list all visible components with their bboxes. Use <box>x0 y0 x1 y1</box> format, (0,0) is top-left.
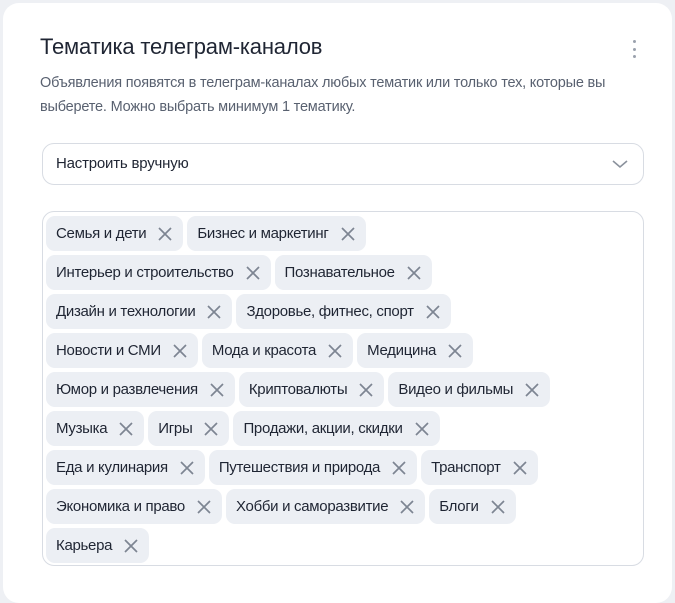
topic-row: Семья и дети Бизнес и маркетинг <box>46 216 640 251</box>
topic-chip: Игры <box>148 411 230 446</box>
topic-chip: Интерьер и строительство <box>46 255 271 290</box>
remove-topic-icon[interactable] <box>179 460 195 476</box>
topic-chip: Медицина <box>357 333 474 368</box>
topic-row: Юмор и развлечения Криптовалюты Видео и фи… <box>46 372 640 407</box>
remove-topic-icon[interactable] <box>399 499 415 515</box>
topic-chip-label: Новости и СМИ <box>56 342 161 359</box>
topic-chip-label: Транспорт <box>431 459 501 476</box>
remove-topic-icon[interactable] <box>203 421 219 437</box>
topic-row: Еда и кулинария Путешествия и природа Тран… <box>46 450 640 485</box>
topic-chip-label: Интерьер и строительство <box>56 264 234 281</box>
remove-topic-icon[interactable] <box>172 343 188 359</box>
topic-chip: Семья и дети <box>46 216 184 251</box>
topic-chip-label: Здоровье, фитнес, спорт <box>246 303 414 320</box>
remove-topic-icon[interactable] <box>414 421 430 437</box>
remove-topic-icon[interactable] <box>157 226 173 242</box>
remove-topic-icon[interactable] <box>512 460 528 476</box>
topic-chip: Блоги <box>429 489 516 524</box>
topic-chip: Криптовалюты <box>238 372 385 407</box>
remove-topic-icon[interactable] <box>123 538 139 554</box>
chevron-down-icon <box>612 160 628 169</box>
topic-row: Экономика и право Хобби и саморазвитие Бло… <box>46 489 640 524</box>
selected-topics-field[interactable]: Семья и дети Бизнес и маркетинг Интерьер и… <box>42 211 644 566</box>
remove-topic-icon[interactable] <box>340 226 356 242</box>
remove-topic-icon[interactable] <box>490 499 506 515</box>
topic-chip: Карьера <box>46 528 150 563</box>
select-value: Настроить вручную <box>56 155 189 172</box>
more-options-icon[interactable] <box>631 40 637 58</box>
remove-topic-icon[interactable] <box>206 304 222 320</box>
topic-chip-label: Познавательное <box>284 264 395 281</box>
remove-topic-icon[interactable] <box>524 382 540 398</box>
remove-topic-icon[interactable] <box>118 421 134 437</box>
topic-chip-label: Игры <box>158 420 193 437</box>
topic-chip-label: Криптовалюты <box>248 381 348 398</box>
topic-chip: Дизайн и технологии <box>46 294 233 329</box>
topic-chip-label: Карьера <box>56 537 113 554</box>
remove-topic-icon[interactable] <box>245 265 261 281</box>
topic-row: Новости и СМИ Мода и красота Медицина <box>46 333 640 368</box>
topic-chip: Музыка <box>46 411 145 446</box>
topic-chip-label: Блоги <box>439 498 479 515</box>
topic-chip: Экономика и право <box>46 489 222 524</box>
topic-chip-label: Еда и кулинария <box>56 459 168 476</box>
telegram-topics-card: Тематика телеграм-каналов Объявления поя… <box>3 3 672 603</box>
topic-chip-label: Юмор и развлечения <box>56 381 198 398</box>
targeting-mode-select[interactable]: Настроить вручную <box>42 143 644 185</box>
remove-topic-icon[interactable] <box>327 343 343 359</box>
remove-topic-icon[interactable] <box>196 499 212 515</box>
topic-chip: Еда и кулинария <box>46 450 205 485</box>
topic-row: Интерьер и строительство Познавательное <box>46 255 640 290</box>
remove-topic-icon[interactable] <box>447 343 463 359</box>
card-title: Тематика телеграм-каналов <box>40 34 323 59</box>
topic-chip-label: Музыка <box>56 420 108 437</box>
remove-topic-icon[interactable] <box>406 265 422 281</box>
topic-chip-label: Медицина <box>367 342 437 359</box>
topic-chip-label: Видео и фильмы <box>398 381 514 398</box>
topic-chip: Новости и СМИ <box>46 333 198 368</box>
topic-chip-label: Экономика и право <box>56 498 185 515</box>
topic-chip: Путешествия и природа <box>208 450 418 485</box>
topic-chip-label: Мода и красота <box>211 342 317 359</box>
topic-chip-label: Путешествия и природа <box>218 459 381 476</box>
remove-topic-icon[interactable] <box>425 304 441 320</box>
topic-chip: Познавательное <box>274 255 432 290</box>
topic-chip-label: Дизайн и технологии <box>56 303 196 320</box>
topic-chip: Юмор и развлечения <box>46 372 235 407</box>
topic-chip-label: Семья и дети <box>56 225 147 242</box>
topic-chip: Транспорт <box>421 450 538 485</box>
card-description: Объявления появятся в телеграм-каналах л… <box>40 75 606 115</box>
topic-chip: Хобби и саморазвитие <box>225 489 426 524</box>
topic-row: Дизайн и технологии Здоровье, фитнес, спо… <box>46 294 640 329</box>
topic-chip-label: Хобби и саморазвитие <box>235 498 389 515</box>
topic-chip: Бизнес и маркетинг <box>187 216 366 251</box>
topic-chip-label: Продажи, акции, скидки <box>243 420 403 437</box>
topic-row: Музыка Игры Продажи, акции, скидки <box>46 411 640 446</box>
topic-chip: Продажи, акции, скидки <box>233 411 440 446</box>
remove-topic-icon[interactable] <box>391 460 407 476</box>
remove-topic-icon[interactable] <box>358 382 374 398</box>
topic-row: Карьера <box>46 528 640 563</box>
remove-topic-icon[interactable] <box>209 382 225 398</box>
topic-chip: Здоровье, фитнес, спорт <box>236 294 451 329</box>
topic-chip: Мода и красота <box>201 333 354 368</box>
topic-chip-label: Бизнес и маркетинг <box>197 225 329 242</box>
topic-chip: Видео и фильмы <box>388 372 551 407</box>
